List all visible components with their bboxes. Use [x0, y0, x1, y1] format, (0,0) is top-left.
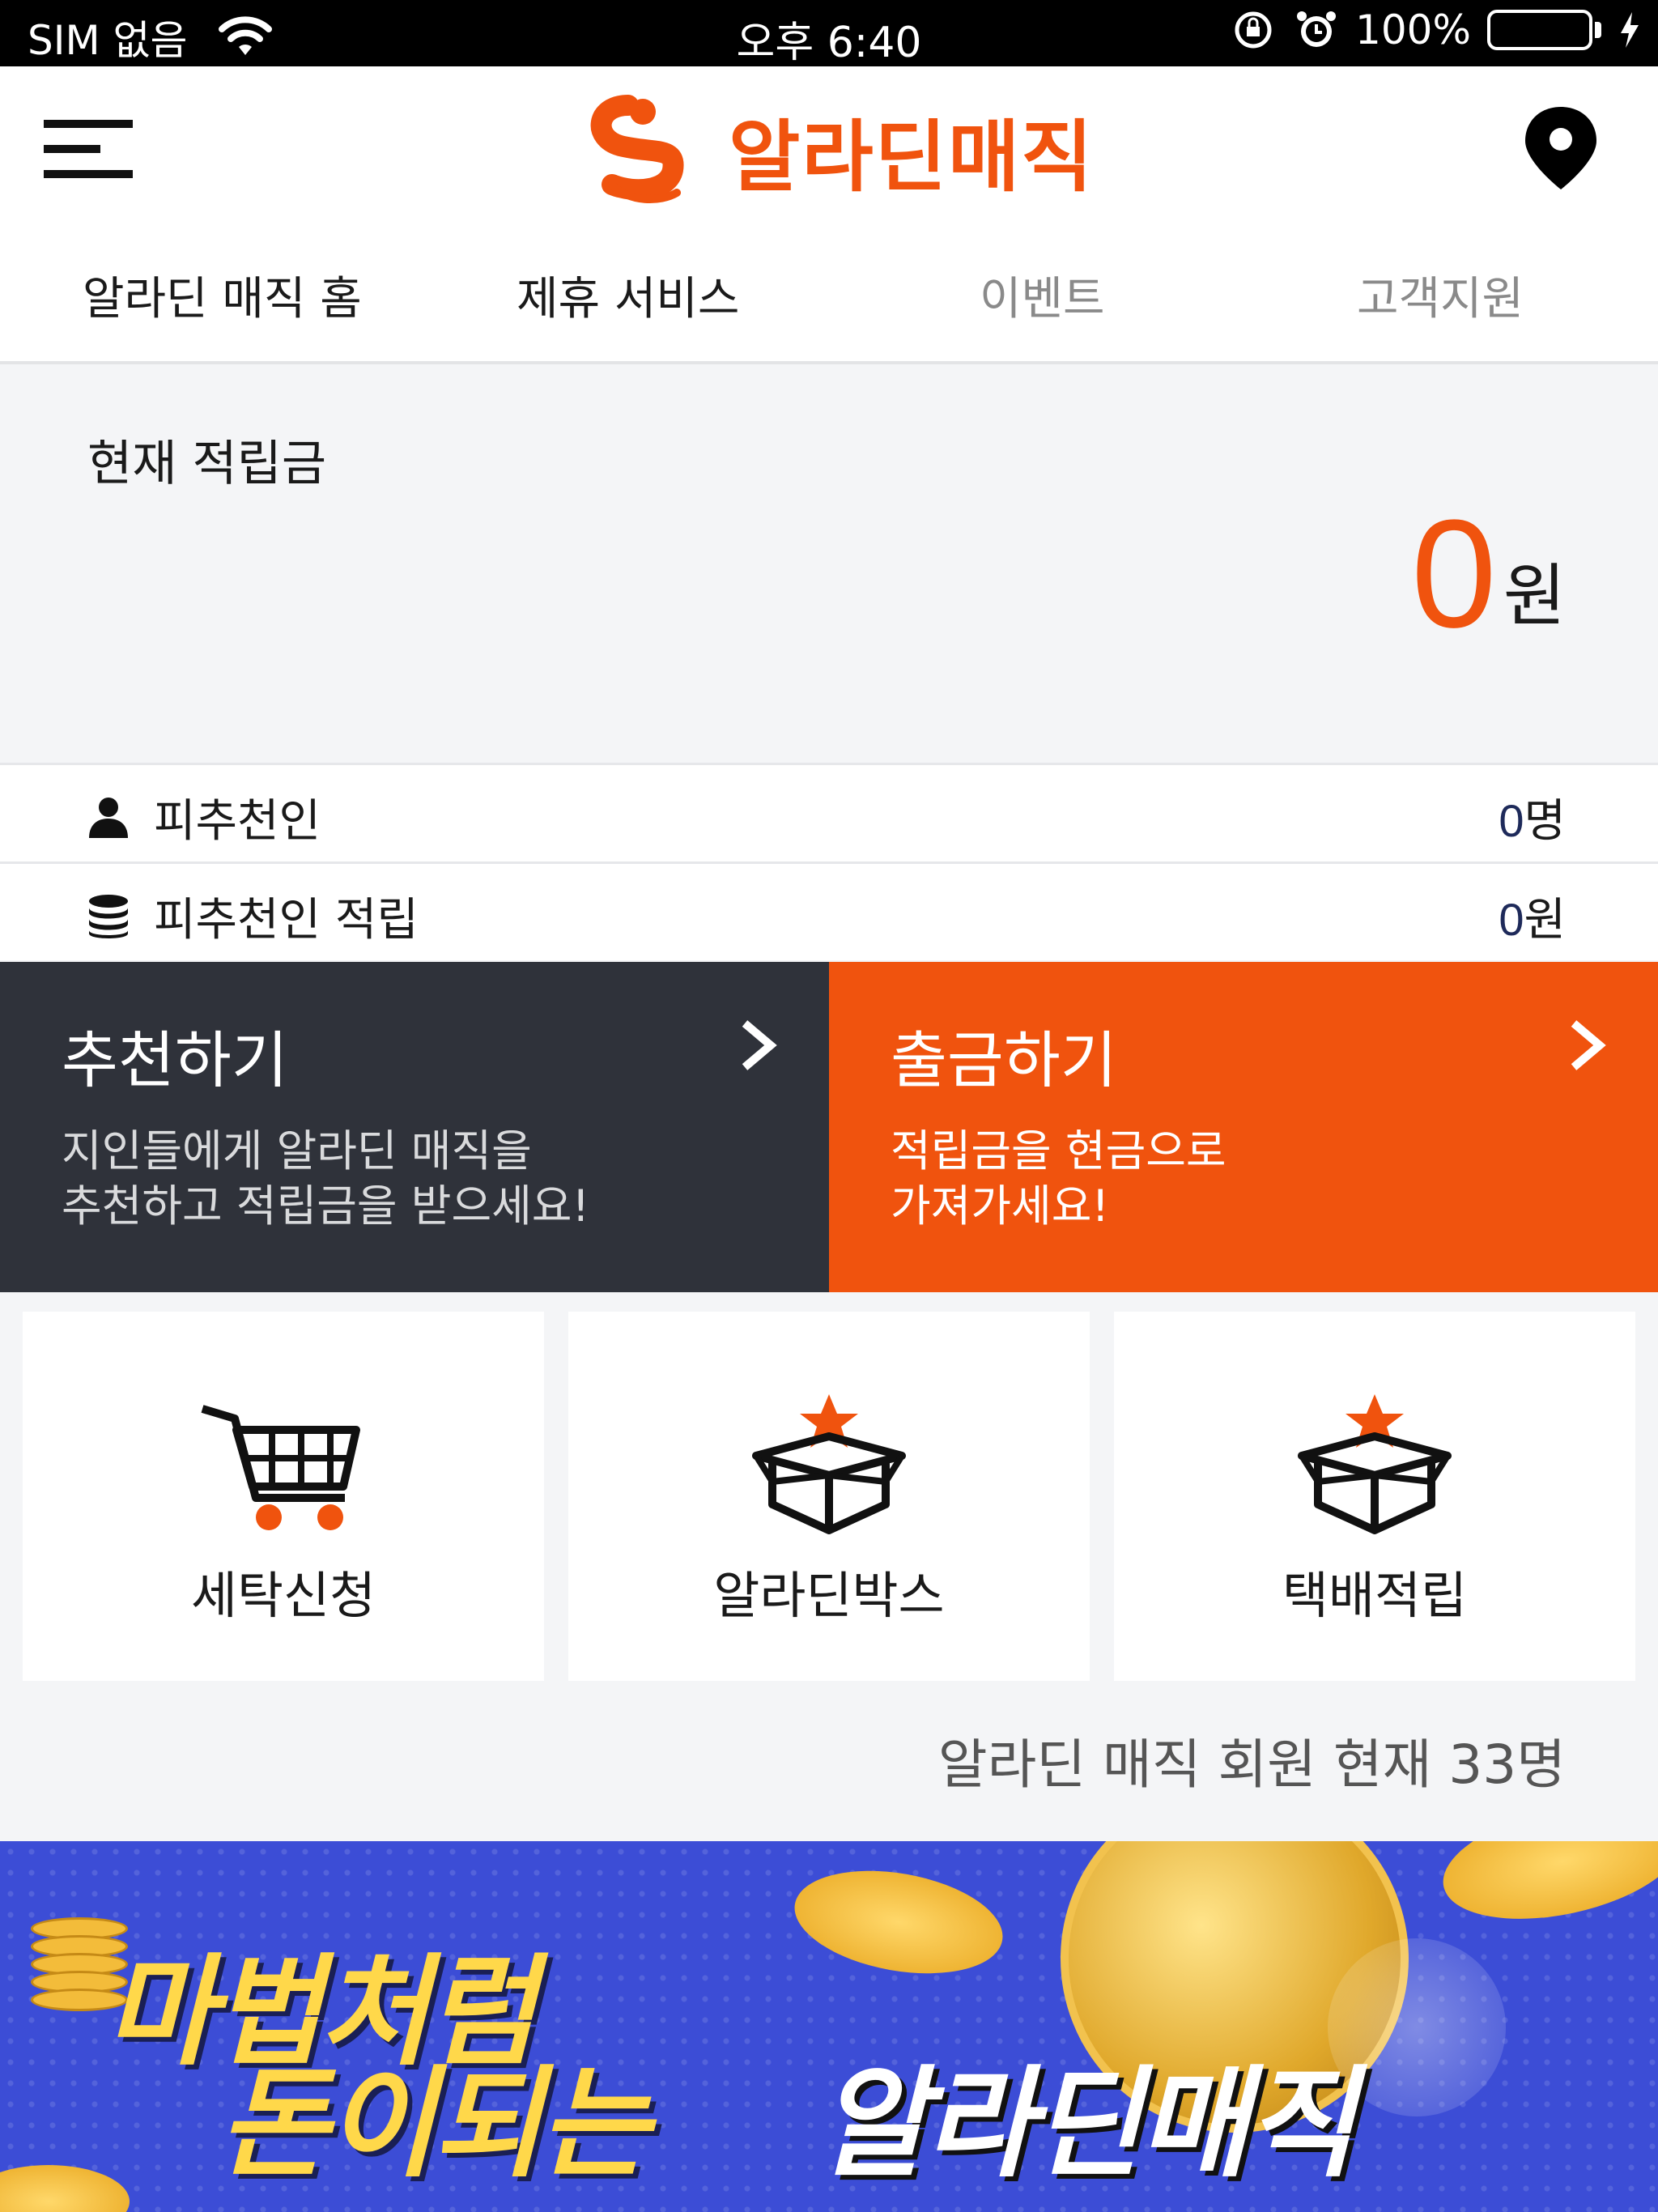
tile-delivery-label: 택배적립: [1282, 1566, 1468, 1625]
referral-points-number: 0: [1499, 894, 1524, 945]
balance-label: 현재 적립금: [87, 436, 327, 492]
tile-laundry-request[interactable]: 세탁신청: [23, 1312, 544, 1681]
tile-aladdin-box[interactable]: 알라딘박스: [568, 1312, 1090, 1681]
shopping-cart-icon: [201, 1405, 360, 1530]
withdraw-desc-line1: 적립금을 현금으로: [891, 1125, 1226, 1176]
banner-line3: 알라딘매직: [818, 2054, 1356, 2193]
balance-unit: 원: [1503, 556, 1566, 636]
balance-amount: 0 원: [1411, 497, 1566, 651]
app-header: 알라딘매직: [0, 66, 1658, 228]
withdraw-desc-line2: 가져가세요!: [891, 1180, 1110, 1231]
referral-points-value: 0원: [1499, 883, 1566, 949]
star-box-icon: [1298, 1394, 1452, 1534]
recommend-description: 지인들에게 알라딘 매직을 추천하고 적립금을 받으세요!: [62, 1124, 589, 1234]
genie-logo-icon: [590, 95, 684, 203]
referral-count-unit: 명: [1524, 795, 1566, 848]
map-pin-icon[interactable]: [1520, 104, 1601, 193]
withdraw-title: 출금하기: [891, 1024, 1117, 1096]
tab-partner-services[interactable]: 제휴 서비스: [517, 262, 739, 328]
referral-points-row: 피추천인 적립 0원: [0, 861, 1658, 960]
balance-value: 0: [1411, 488, 1497, 660]
tab-support[interactable]: 고객지원: [1357, 262, 1524, 328]
recommend-desc-line1: 지인들에게 알라딘 매직을: [62, 1125, 532, 1176]
member-count-text: 알라딘 매직 회원 현재 33명: [937, 1733, 1566, 1796]
app-logo[interactable]: 알라딘매직: [580, 89, 1095, 211]
coin-decoration: [786, 1856, 1011, 1989]
tile-laundry-label: 세탁신청: [190, 1566, 376, 1625]
status-bar: SIM 없음 오후 6:40 100%: [0, 0, 1658, 67]
star-box-icon: [752, 1394, 906, 1534]
referral-points-label: 피추천인 적립: [154, 894, 419, 946]
recommend-title: 추천하기: [62, 1024, 288, 1096]
tab-events[interactable]: 이벤트: [980, 262, 1105, 328]
chevron-right-icon: [742, 1020, 777, 1070]
rotation-lock-icon: [1235, 11, 1272, 49]
battery-icon: [1487, 10, 1601, 50]
tab-home[interactable]: 알라딘 매직 홈: [83, 262, 362, 328]
tile-aladdin-box-label: 알라딘박스: [713, 1566, 945, 1625]
charging-bolt-icon: [1621, 12, 1639, 48]
coin-decoration: [0, 2165, 130, 2212]
nav-tabs: 알라딘 매직 홈 제휴 서비스 이벤트 고객지원: [0, 228, 1658, 364]
referral-count-number: 0: [1499, 795, 1524, 846]
battery-percent: 100%: [1355, 6, 1471, 53]
referral-count-value: 0명: [1499, 785, 1566, 850]
banner-line2: 돈이되는: [219, 2054, 650, 2193]
withdraw-description: 적립금을 현금으로 가져가세요!: [891, 1124, 1226, 1234]
coin-decoration: [1432, 1841, 1658, 1938]
tile-delivery-points[interactable]: 택배적립: [1114, 1312, 1635, 1681]
app-title: 알라딘매직: [729, 111, 1095, 202]
alarm-icon: [1297, 11, 1337, 47]
referral-count-label: 피추천인: [154, 795, 321, 848]
status-right: 100%: [1229, 6, 1642, 53]
coins-stack-icon: [89, 895, 128, 938]
hamburger-icon[interactable]: [44, 120, 133, 178]
person-icon: [89, 798, 128, 838]
recommend-panel[interactable]: 추천하기 지인들에게 알라딘 매직을 추천하고 적립금을 받으세요!: [0, 962, 829, 1292]
promo-banner[interactable]: 마법처럼 돈이되는 알라딘매직: [0, 1841, 1658, 2212]
chevron-right-icon: [1571, 1020, 1606, 1070]
recommend-desc-line2: 추천하고 적립금을 받으세요!: [62, 1180, 590, 1231]
withdraw-panel[interactable]: 출금하기 적립금을 현금으로 가져가세요!: [829, 962, 1658, 1292]
referral-points-unit: 원: [1524, 894, 1566, 946]
balance-section: 현재 적립금 0 원: [0, 368, 1658, 763]
referral-count-row: 피추천인 0명: [0, 763, 1658, 861]
coin-decoration: [1328, 1938, 1506, 2116]
